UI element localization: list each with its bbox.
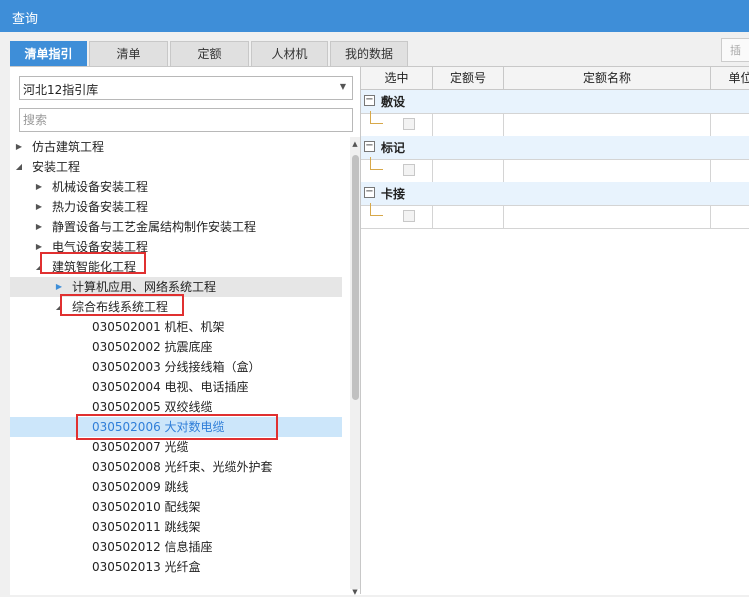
tree-scrollbar[interactable]: ▲ ▼ <box>350 137 360 596</box>
expand-arrow-icon[interactable]: ▶ <box>34 217 44 237</box>
tree-leaf-label: 030502013 光纤盒 <box>92 560 201 574</box>
tree-leaf[interactable]: 030502008 光纤束、光缆外护套 <box>10 457 342 477</box>
grid-group-row[interactable]: − 卡接 <box>361 182 749 206</box>
group-name: 标记 <box>381 141 406 155</box>
tab-list[interactable]: 清单 <box>89 41 168 66</box>
tree-node[interactable]: ▶ 热力设备安装工程 <box>10 197 342 217</box>
scrollbar-thumb[interactable] <box>352 155 359 400</box>
tree-leaf-label: 030502011 跳线架 <box>92 520 201 534</box>
annotation-box <box>60 294 184 316</box>
annotation-box <box>76 414 278 440</box>
tree-leaf-label: 030502003 分线接线箱（盒） <box>92 360 261 374</box>
library-selected: 河北12指引库 <box>23 83 99 97</box>
tree-leaf[interactable]: 030502004 电视、电话插座 <box>10 377 342 397</box>
tab-list-guide[interactable]: 清单指引 <box>10 41 87 66</box>
tree-line <box>370 111 383 124</box>
chevron-down-icon: ▼ <box>339 82 346 91</box>
tree-node-label: 机械设备安装工程 <box>52 180 149 194</box>
search-input[interactable] <box>19 108 353 132</box>
tree-node-label: 热力设备安装工程 <box>52 200 149 214</box>
tree-leaf-label: 030502010 配线架 <box>92 500 201 514</box>
tree-leaf-label: 030502012 信息插座 <box>92 540 213 554</box>
window-title: 查询 <box>12 12 39 27</box>
column-header-select[interactable]: 选中 <box>361 67 433 89</box>
tree-leaf-label: 030502008 光纤束、光缆外护套 <box>92 460 273 474</box>
grid-row[interactable] <box>361 203 749 229</box>
cell-unit[interactable] <box>711 205 749 228</box>
tree-leaf[interactable]: 030502007 光缆 <box>10 437 342 457</box>
collapse-box-icon[interactable]: − <box>364 141 375 152</box>
cell-quota-name[interactable] <box>504 205 711 228</box>
tree-leaf[interactable]: 030502001 机柜、机架 <box>10 317 342 337</box>
tree-line <box>370 157 383 170</box>
grid-group-row[interactable]: − 敷设 <box>361 90 749 114</box>
insert-button[interactable]: 插 <box>721 38 749 62</box>
annotation-box <box>40 252 146 274</box>
cell-quota-no[interactable] <box>433 205 504 228</box>
tree-node-label: 安装工程 <box>32 160 81 174</box>
expand-arrow-icon[interactable]: ▶ <box>14 137 24 157</box>
cell-quota-name[interactable] <box>504 113 711 136</box>
collapse-box-icon[interactable]: − <box>364 95 375 106</box>
tree-leaf[interactable]: 030502013 光纤盒 <box>10 557 342 577</box>
grid-row[interactable] <box>361 157 749 183</box>
tree-line <box>370 203 383 216</box>
tree-leaf[interactable]: 030502003 分线接线箱（盒） <box>10 357 342 377</box>
expand-arrow-icon[interactable]: ▶ <box>34 177 44 197</box>
grid-row[interactable] <box>361 111 749 137</box>
scroll-up-icon[interactable]: ▲ <box>350 139 360 149</box>
cell-quota-no[interactable] <box>433 113 504 136</box>
tree-leaf[interactable]: 030502009 跳线 <box>10 477 342 497</box>
scroll-down-icon[interactable]: ▼ <box>350 587 360 597</box>
expand-arrow-icon[interactable]: ▶ <box>34 197 44 217</box>
tree-leaf[interactable]: 030502012 信息插座 <box>10 537 342 557</box>
tree-leaf-label: 030502009 跳线 <box>92 480 189 494</box>
tree-node[interactable]: ▶ 仿古建筑工程 <box>10 137 342 157</box>
tree-leaf-label: 030502007 光缆 <box>92 440 189 454</box>
row-checkbox[interactable] <box>403 118 415 130</box>
category-tree: ▶ 仿古建筑工程 ◢ 安装工程 ▶ 机械设备安装工程 ▶ 热力设备安装工程 ▶ … <box>10 137 342 594</box>
left-panel: 河北12指引库 ▼ ▶ 仿古建筑工程 ◢ 安装工程 ▶ 机械设备安装工程 ▶ 热… <box>10 67 361 596</box>
cell-unit[interactable] <box>711 113 749 136</box>
row-checkbox[interactable] <box>403 210 415 222</box>
tab-quota[interactable]: 定额 <box>170 41 249 66</box>
column-header-unit[interactable]: 单位 <box>711 67 749 89</box>
tree-node-label: 静置设备与工艺金属结构制作安装工程 <box>52 220 257 234</box>
grid-group-row[interactable]: − 标记 <box>361 136 749 160</box>
tree-node[interactable]: ▶ 机械设备安装工程 <box>10 177 342 197</box>
tree-leaf[interactable]: 030502010 配线架 <box>10 497 342 517</box>
group-name: 敷设 <box>381 95 406 109</box>
cell-quota-name[interactable] <box>504 159 711 182</box>
library-dropdown[interactable]: 河北12指引库 ▼ <box>19 76 353 100</box>
column-header-quota-name[interactable]: 定额名称 <box>504 67 711 89</box>
tree-node[interactable]: ▶ 静置设备与工艺金属结构制作安装工程 <box>10 217 342 237</box>
tree-leaf-label: 030502004 电视、电话插座 <box>92 380 249 394</box>
tree-leaf-label: 030502002 抗震底座 <box>92 340 213 354</box>
cell-unit[interactable] <box>711 159 749 182</box>
quota-grid: 选中 定额号 定额名称 单位 − 敷设 − 标记 − 卡接 <box>361 67 749 594</box>
tree-node-label: 仿古建筑工程 <box>32 140 105 154</box>
group-name: 卡接 <box>381 187 406 201</box>
column-header-quota-no[interactable]: 定额号 <box>433 67 504 89</box>
collapse-arrow-icon[interactable]: ◢ <box>14 157 24 177</box>
cell-quota-no[interactable] <box>433 159 504 182</box>
row-checkbox[interactable] <box>403 164 415 176</box>
tree-leaf-label: 030502001 机柜、机架 <box>92 320 225 334</box>
tab-labor-material-machine[interactable]: 人材机 <box>251 41 328 66</box>
grid-header: 选中 定额号 定额名称 单位 <box>361 67 749 90</box>
tab-my-data[interactable]: 我的数据 <box>330 41 408 66</box>
tree-leaf[interactable]: 030502002 抗震底座 <box>10 337 342 357</box>
tree-leaf[interactable]: 030502011 跳线架 <box>10 517 342 537</box>
tree-node[interactable]: ◢ 安装工程 <box>10 157 342 177</box>
window-titlebar: 查询 <box>0 0 749 32</box>
collapse-box-icon[interactable]: − <box>364 187 375 198</box>
